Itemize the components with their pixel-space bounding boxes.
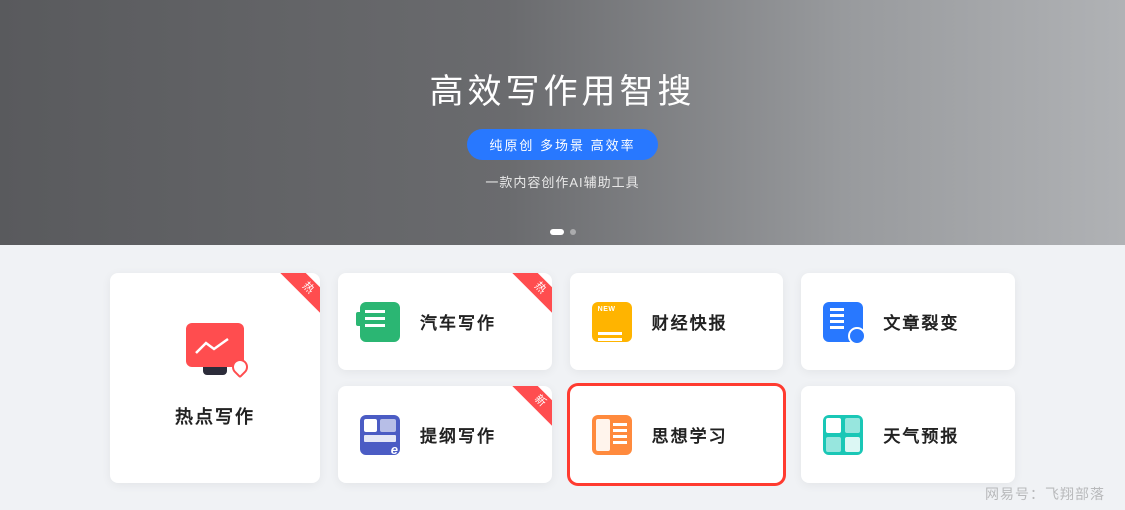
card-label: 汽车写作 xyxy=(420,309,496,334)
card-label: 财经快报 xyxy=(652,309,728,334)
card-finance-news[interactable]: 财经快报 xyxy=(570,273,784,370)
card-car-writing[interactable]: 热 汽车写作 xyxy=(338,273,552,370)
hot-ribbon: 热 xyxy=(280,273,320,316)
hero-banner: 高效写作用智搜 纯原创 多场景 高效率 一款内容创作AI辅助工具 xyxy=(0,0,1125,245)
outline-icon xyxy=(360,415,400,455)
card-outline-writing[interactable]: 新 提纲写作 xyxy=(338,386,552,483)
card-label: 提纲写作 xyxy=(420,422,496,447)
card-weather-forecast[interactable]: 天气预报 xyxy=(801,386,1015,483)
weather-icon xyxy=(823,415,863,455)
carousel-dot-1[interactable] xyxy=(550,229,564,235)
carousel-dot-2[interactable] xyxy=(570,229,576,235)
card-label: 文章裂变 xyxy=(883,309,959,334)
hot-ribbon: 热 xyxy=(512,273,552,316)
finance-icon xyxy=(592,302,632,342)
cards-section: 热 热点写作 热 汽车写作 财经快报 文章裂变 新 提纲写作 xyxy=(0,245,1125,483)
hero-subtitle: 一款内容创作AI辅助工具 xyxy=(485,172,639,191)
hot-writing-icon xyxy=(180,323,250,381)
watermark-text: 网易号：飞翔部落 xyxy=(985,484,1105,504)
cards-grid: 热 汽车写作 财经快报 文章裂变 新 提纲写作 思想学习 天气预报 xyxy=(338,273,1015,483)
carousel-dots[interactable] xyxy=(550,229,576,235)
split-icon xyxy=(823,302,863,342)
hero-badge: 纯原创 多场景 高效率 xyxy=(467,129,657,160)
car-icon xyxy=(360,302,400,342)
card-label: 天气预报 xyxy=(883,422,959,447)
card-article-split[interactable]: 文章裂变 xyxy=(801,273,1015,370)
card-label: 热点写作 xyxy=(175,403,255,429)
card-thinking-study[interactable]: 思想学习 xyxy=(570,386,784,483)
card-label: 思想学习 xyxy=(652,422,728,447)
new-ribbon: 新 xyxy=(512,386,552,429)
thinking-icon xyxy=(592,415,632,455)
card-hot-writing[interactable]: 热 热点写作 xyxy=(110,273,320,483)
hero-title: 高效写作用智搜 xyxy=(430,64,696,113)
